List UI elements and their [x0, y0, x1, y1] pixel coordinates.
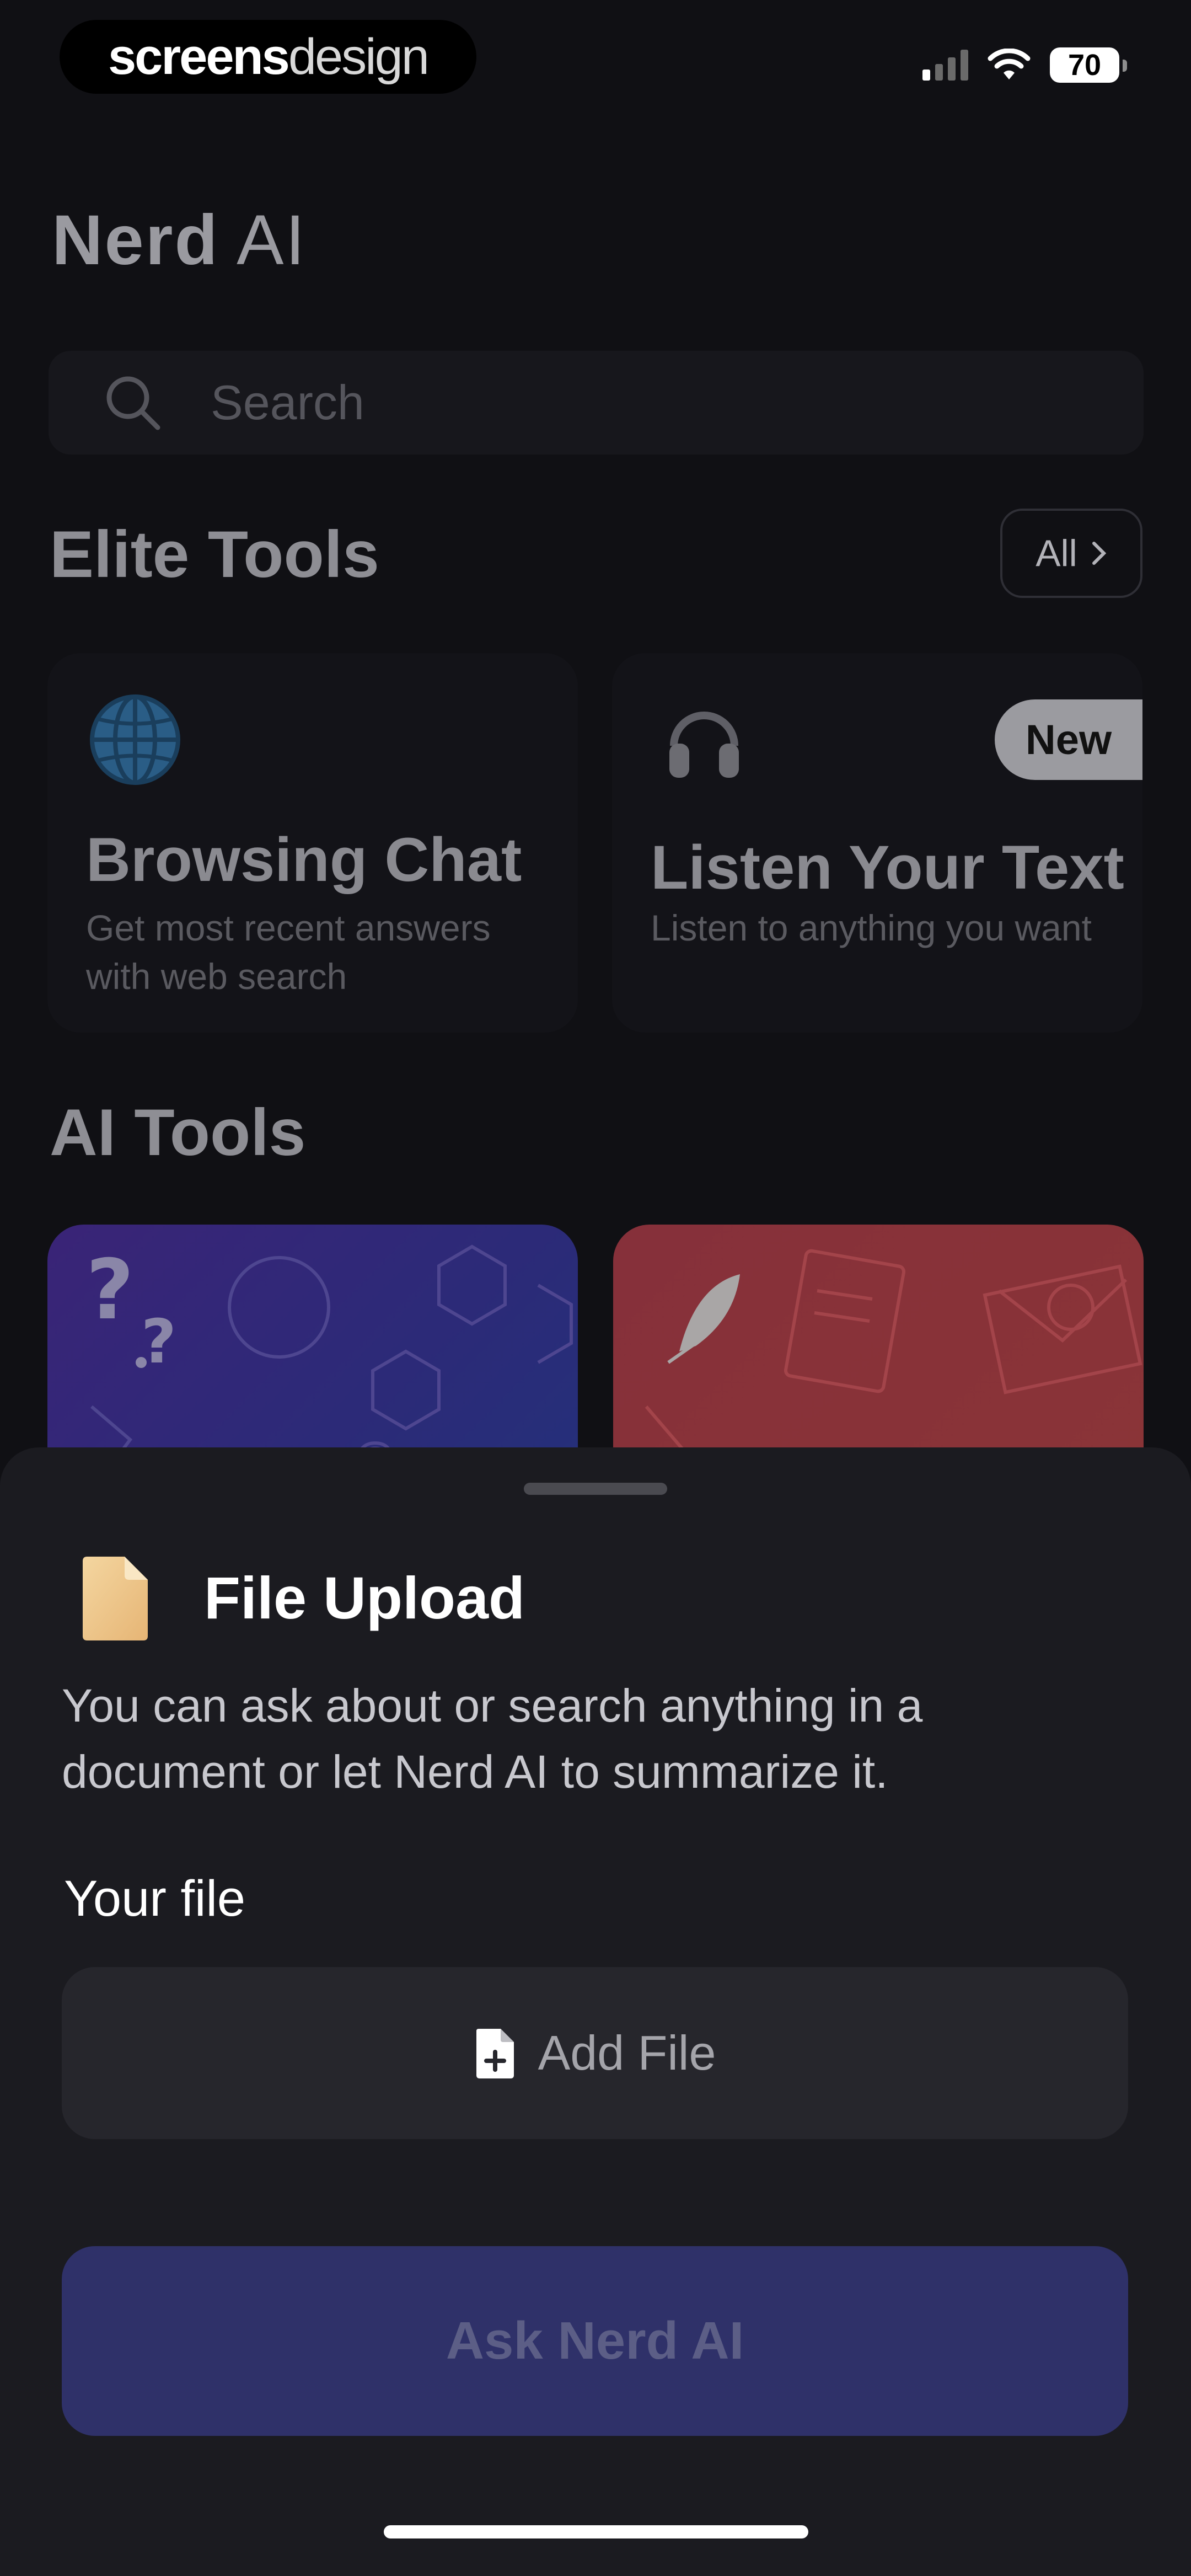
headphones-icon [669, 712, 739, 778]
elite-tools-heading: Elite Tools [50, 517, 379, 591]
ask-nerd-ai-button[interactable]: Ask Nerd AI [62, 2246, 1128, 2436]
svg-text:?: ? [141, 1306, 176, 1377]
add-document-icon [476, 2029, 514, 2078]
card-description: Get most recent answers with web search [86, 907, 491, 997]
sheet-title: File Upload [204, 1564, 525, 1631]
page-title: Nerd AI [52, 200, 307, 281]
svg-text:?: ? [86, 1242, 134, 1338]
your-file-label: Your file [64, 1870, 246, 1927]
new-badge: New [995, 699, 1142, 780]
add-file-label: Add File [538, 2025, 716, 2080]
ai-tools-heading: AI Tools [50, 1095, 306, 1169]
chevron-right-icon [1092, 542, 1107, 565]
sheet-grabber[interactable] [524, 1483, 667, 1495]
card-description: Listen to anything you want [651, 907, 1092, 948]
all-tools-button[interactable]: All [1000, 509, 1142, 598]
home-indicator[interactable] [384, 2525, 808, 2538]
all-label: All [1036, 532, 1077, 574]
search-icon [106, 376, 160, 430]
globe-icon [90, 694, 180, 785]
add-file-button[interactable]: Add File [62, 1967, 1128, 2139]
browsing-chat-card[interactable]: Browsing Chat Get most recent answers wi… [47, 653, 578, 1033]
screen: screens design 70 Nerd AI Search Elite T… [0, 0, 1191, 2576]
card-title: Browsing Chat [86, 825, 522, 894]
listen-your-text-card[interactable]: New Listen Your Text Listen to anything … [612, 653, 1142, 1033]
card-title: Listen Your Text [651, 833, 1124, 902]
title-light: AI [237, 201, 307, 280]
title-bold: Nerd [52, 201, 219, 280]
search-bar[interactable]: Search [49, 351, 1144, 455]
document-icon [83, 1557, 148, 1640]
search-input[interactable]: Search [211, 375, 364, 431]
file-upload-sheet: File Upload You can ask about or search … [0, 1447, 1191, 2576]
sheet-description: You can ask about or search anything in … [62, 1680, 923, 1798]
